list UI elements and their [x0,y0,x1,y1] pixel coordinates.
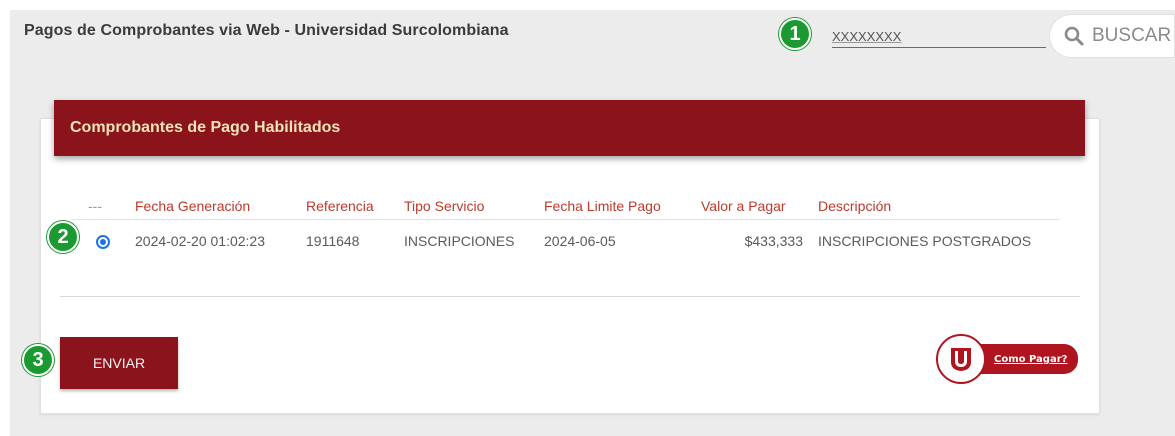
col-header-fecha-limite: Fecha Limite Pago [544,198,661,214]
table-header-divider [72,219,1060,220]
cell-fecha-generacion: 2024-02-20 01:02:23 [135,233,265,249]
step-badge-3: 3 [22,344,54,376]
cell-fecha-limite: 2024-06-05 [544,233,616,249]
col-header-referencia: Referencia [306,198,374,214]
how-to-pay-label: Como Pagar? [994,353,1068,365]
card-header: Comprobantes de Pago Habilitados [54,100,1085,156]
col-header-tipo-servicio: Tipo Servicio [404,198,485,214]
page-title: Pagos de Comprobantes via Web - Universi… [24,22,509,39]
row-select-radio[interactable] [96,235,110,249]
step-badge-2: 2 [47,221,79,253]
how-to-pay-button[interactable]: Como Pagar? [936,334,1080,384]
step-badge-1: 1 [779,18,811,50]
cell-descripcion: INSCRIPCIONES POSTGRADOS [818,233,1032,249]
cell-tipo-servicio: INSCRIPCIONES [404,233,515,249]
send-button[interactable]: ENVIAR [60,337,178,389]
cell-valor: $433,333 [744,233,803,249]
university-logo-icon [936,334,986,384]
card-title: Comprobantes de Pago Habilitados [70,119,341,136]
col-header-select: --- [88,198,102,214]
cell-referencia: 1911648 [306,233,360,249]
search-button[interactable]: BUSCAR [1049,14,1175,58]
search-button-label: BUSCAR [1092,25,1172,46]
search-icon [1064,26,1084,46]
search-input[interactable] [832,22,1046,48]
col-header-descripcion: Descripción [818,198,892,214]
col-header-valor: Valor a Pagar [701,198,786,214]
table-bottom-divider [60,296,1080,297]
col-header-fecha-generacion: Fecha Generación [135,198,251,214]
